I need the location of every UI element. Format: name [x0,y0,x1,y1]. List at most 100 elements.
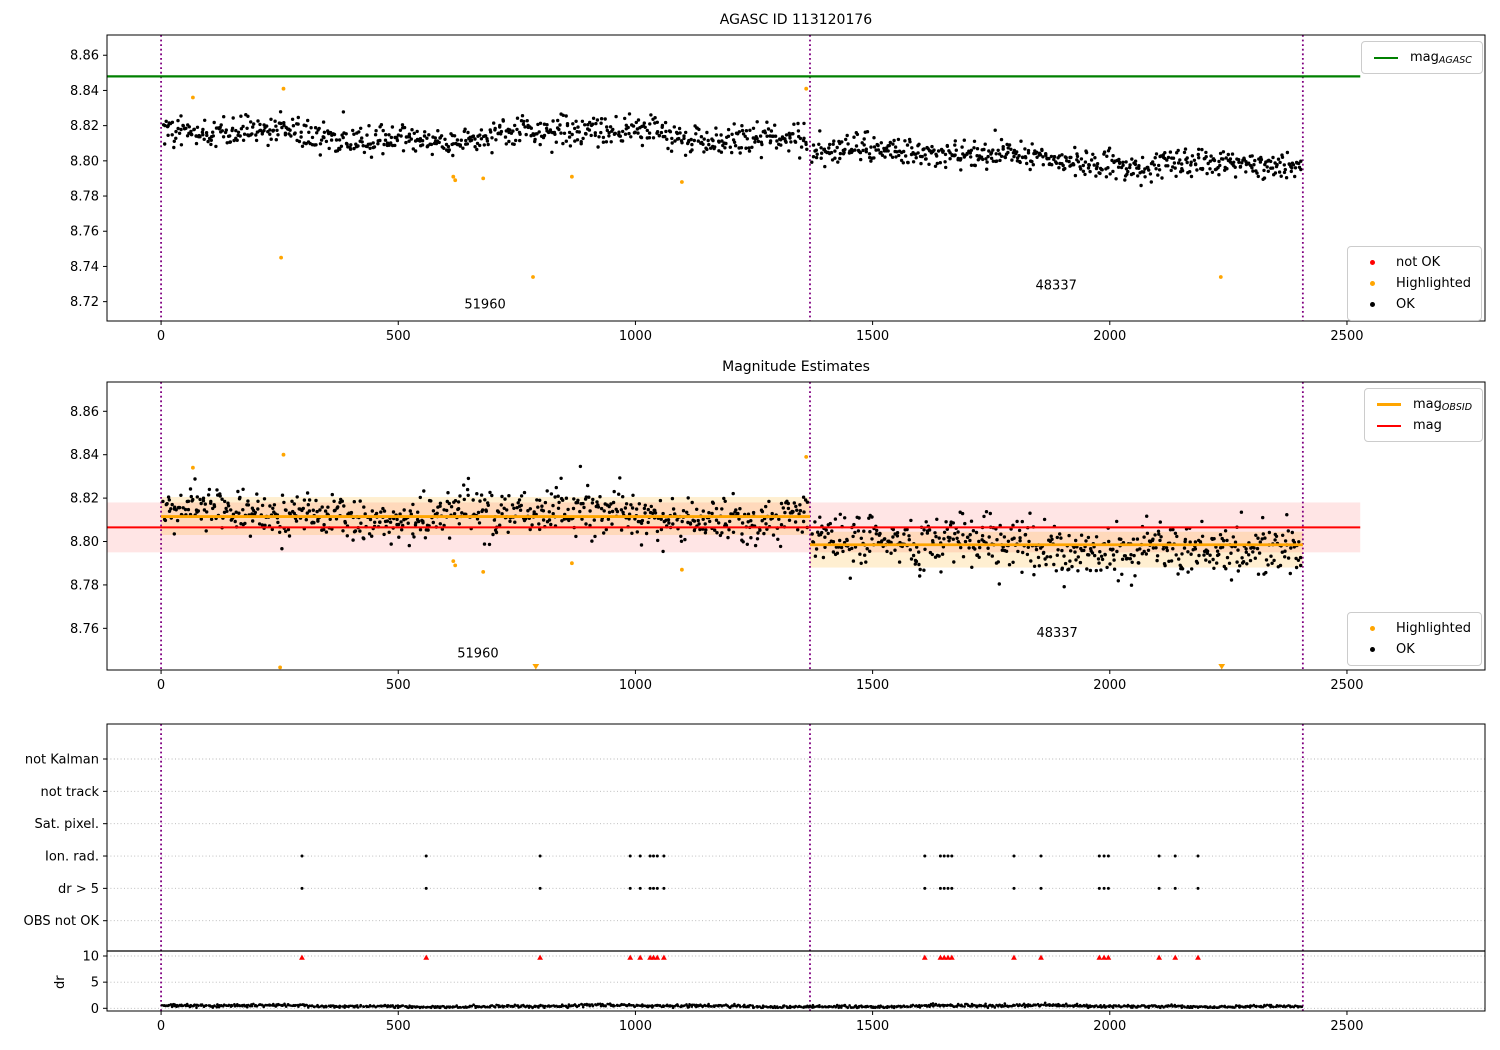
legend-status-2-dot-swatch [1369,647,1375,652]
legend-status-2-dot-swatch [1369,626,1375,631]
plot2-title: Magnitude Estimates [722,359,870,375]
plot3-flag-dot [1012,886,1016,890]
plot3-flag-dot [942,854,946,858]
plot3-flag-dot [1157,854,1161,858]
plot3-dr-clipped-flag [299,954,305,960]
plot3-flag-dot [662,854,666,858]
plot2-x-tick-label: 1500 [856,678,889,693]
plot3-flag-dot [1173,886,1177,890]
plot3-flag-dot [424,854,428,858]
plot3-dr-clipped-flag [537,954,543,960]
legend-mag-lines-item: mag [1374,415,1472,436]
plot1-x-tick-label: 1500 [856,329,889,344]
plot3-flag-category-label: OBS not OK [24,914,100,929]
plot2-obsid-annotation: 51960 [457,647,498,662]
plot3-flag-category-label: not track [40,785,99,800]
plot3-flag-dot [946,854,950,858]
legend-status-label: OK [1396,297,1415,312]
plot3-dr-clipped-flag [1195,954,1201,960]
plot1-x-tick-label: 2500 [1330,329,1363,344]
plot1-y-tick-label: 8.72 [70,295,99,310]
plot3-dr-clipped-flag [921,954,928,960]
plot3-dr-clipped-flag [948,954,955,960]
plot3-dr-tick-label: 5 [91,976,99,991]
plot1-y-tick-label: 8.76 [70,225,99,240]
legend-mag-agasc: magAGASC [1361,41,1483,74]
plot1-x-tick-label: 500 [386,329,411,344]
legend-status-2-label: OK [1396,642,1415,657]
plot3-flag-dot [638,886,642,890]
plot3-flag-dot [300,854,304,858]
plot1-highlighted-point [451,174,456,179]
plot2-x-tick-label: 1000 [619,678,652,693]
plot3-flag-dot [938,854,942,858]
legend-status-dot-swatch [1369,281,1375,286]
plot2-x-tick-label: 500 [386,678,411,693]
plot3-dr-clipped-flag [1172,954,1179,960]
plot3-flag-category-label: Ion. rad. [45,850,99,865]
plot2-highlighted-point [451,559,456,563]
legend-point-status-2: Highlighted OK [1347,612,1482,666]
plot3-flag-dot [628,854,632,858]
plot2-clipped-outlier-marker [1218,664,1226,670]
plot1-title: AGASC ID 113120176 [719,12,873,28]
plot3-flag-dot [655,854,659,858]
plot3-dr-clipped-flag [1011,954,1017,960]
legend-mag-lines-line-swatch [1377,424,1401,427]
plot1-highlighted-point [680,180,684,184]
plot3-flag-dot [628,886,632,890]
plot2-clipped-outlier-marker [532,664,540,670]
plot3-x-tick-label: 1000 [619,1019,652,1034]
plot3-flag-dot [950,886,954,890]
plot3-flag-dot [648,886,652,890]
plot3-x-tick-label: 1500 [856,1019,889,1034]
plot3-flag-category-label: not Kalman [25,753,99,768]
plot1-y-tick-label: 8.84 [70,84,99,99]
plot3-flag-dot [538,854,542,858]
plot3-flag-dot [1106,854,1110,858]
legend-mag-agasc-item: magAGASC [1371,47,1472,68]
plot1-highlighted-point [570,174,574,179]
plot3-flag-dot [1012,854,1016,858]
plot1-highlighted-point [191,95,195,100]
plot3-flag-dot [1039,886,1043,890]
plot3-x-tick-label: 2500 [1330,1019,1363,1034]
plot3-flag-dot [1097,886,1101,890]
plot3-flag-dot [648,854,652,858]
plot3-dr-clipped-flag [1105,954,1112,960]
plot2-y-tick-label: 8.84 [70,448,99,463]
legend-mag-lines-label-subscript: OBSID [1441,401,1473,413]
plot1-highlighted-point [531,275,535,279]
plot2-y-tick-label: 8.86 [70,405,99,420]
plot2-y-tick-label: 8.82 [70,492,99,507]
legend-status-2-item: OK [1357,639,1471,660]
plot3-dr-axis-label: dr [53,975,68,989]
plot3-dr-clipped-flag [1038,954,1044,960]
plot2-x-tick-label: 2000 [1093,678,1126,693]
plot3-flag-dot [538,886,542,890]
plot3-x-tick-label: 2000 [1093,1019,1126,1034]
plot1-highlighted-point [279,255,283,260]
legend-status-2-item: Highlighted [1357,618,1471,639]
plot1-highlighted-point [481,176,486,181]
plot2-y-tick-label: 8.76 [70,622,99,637]
plot3-flag-dot [662,886,666,890]
legend-mag-lines-label: magOBSID [1413,396,1473,413]
plot3-dr-clipped-flag [627,954,634,960]
plot3-flag-category-label: Sat. pixel. [35,817,99,832]
plot3-flag-dot [300,886,304,890]
plot1-axes-frame [106,34,1486,322]
plot3-flag-dot [946,886,950,890]
plot3-flag-dot [942,886,946,890]
plot1-obsid-annotation: 48337 [1036,278,1077,293]
plot3-dr-tick-label: 0 [91,1002,99,1017]
plot3-flag-dot [652,854,655,858]
legend-mag-agasc-label: magAGASC [1410,49,1472,66]
plot1-y-tick-label: 8.74 [70,260,99,275]
figure: 51960 48337 0 500 1000 1500 2000 2500 8.72 8.74 8.… [0,0,1500,1050]
legend-mag-lines-line-swatch [1377,403,1401,406]
plot3-flag-dot [424,886,428,890]
plot1-x-tick-label: 1000 [619,329,652,344]
legend-mag-agasc-label-subscript: AGASC [1438,54,1472,66]
plot1-y-tick-label: 8.78 [70,190,99,205]
